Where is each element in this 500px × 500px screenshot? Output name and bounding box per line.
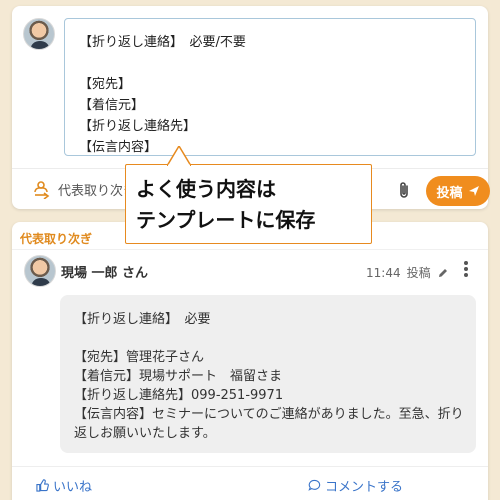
body-line: 【折り返し連絡先】099-251-9971 (74, 388, 284, 403)
comment-icon (308, 479, 321, 491)
divider (12, 466, 488, 467)
draft-line (79, 53, 475, 74)
body-line: 【伝言内容】セミナーについてのご連絡がありました。至急、折り (74, 407, 464, 422)
post-status: 投稿 (406, 266, 431, 280)
send-icon (468, 186, 479, 196)
divider (12, 249, 488, 250)
body-line: 【折り返し連絡】 必要 (74, 312, 211, 327)
thumbs-up-icon (36, 479, 49, 492)
like-label: いいね (53, 480, 93, 495)
delegate-button[interactable]: 代表取り次ぎ (32, 178, 136, 200)
delegate-icon (34, 181, 50, 199)
pencil-icon[interactable] (437, 267, 449, 279)
more-vertical-icon[interactable] (463, 261, 469, 277)
post-body: 【折り返し連絡】 必要 【宛先】管理花子さん 【着信元】現場サポート 福留さま … (60, 295, 476, 453)
post-meta: 11:44 投稿 (366, 264, 449, 281)
callout-line: テンプレートに保存 (136, 208, 316, 232)
body-line: 【宛先】管理花子さん (74, 350, 205, 365)
callout-pointer (167, 146, 191, 166)
post-time: 11:44 (366, 265, 401, 280)
tip-callout: よく使う内容は テンプレートに保存 (125, 164, 372, 244)
post-button-label: 投稿 (436, 185, 463, 201)
post-category: 代表取り次ぎ (20, 232, 93, 246)
draft-line: 【着信元】 (79, 98, 145, 113)
message-textarea[interactable]: 【折り返し連絡】 必要/不要 【宛先】 【着信元】 【折り返し連絡先】 【伝言内… (64, 18, 476, 156)
like-button[interactable]: いいね (36, 476, 92, 495)
body-line: 【着信元】現場サポート 福留さま (74, 369, 283, 384)
feed-post: 代表取り次ぎ 現場 一郎 さん 11:44 投稿 【折り返し連絡】 必要 【宛先… (12, 222, 488, 500)
callout-line: よく使う内容は (136, 177, 276, 201)
comment-button[interactable]: コメントする (308, 476, 403, 495)
post-button[interactable]: 投稿 (426, 176, 490, 206)
author-avatar[interactable] (24, 255, 56, 287)
author-name[interactable]: 現場 一郎 さん (61, 262, 148, 281)
draft-line: 【宛先】 (79, 77, 132, 92)
draft-line: 【折り返し連絡先】 (79, 119, 197, 134)
paperclip-icon[interactable] (396, 180, 412, 200)
comment-label: コメントする (325, 480, 404, 495)
avatar (23, 18, 55, 50)
body-line: 返しお願いいたします。 (74, 426, 216, 441)
draft-line: 【折り返し連絡】 必要/不要 (79, 35, 246, 50)
body-line (74, 329, 476, 348)
draft-line: 【伝言内容】 (79, 140, 158, 155)
